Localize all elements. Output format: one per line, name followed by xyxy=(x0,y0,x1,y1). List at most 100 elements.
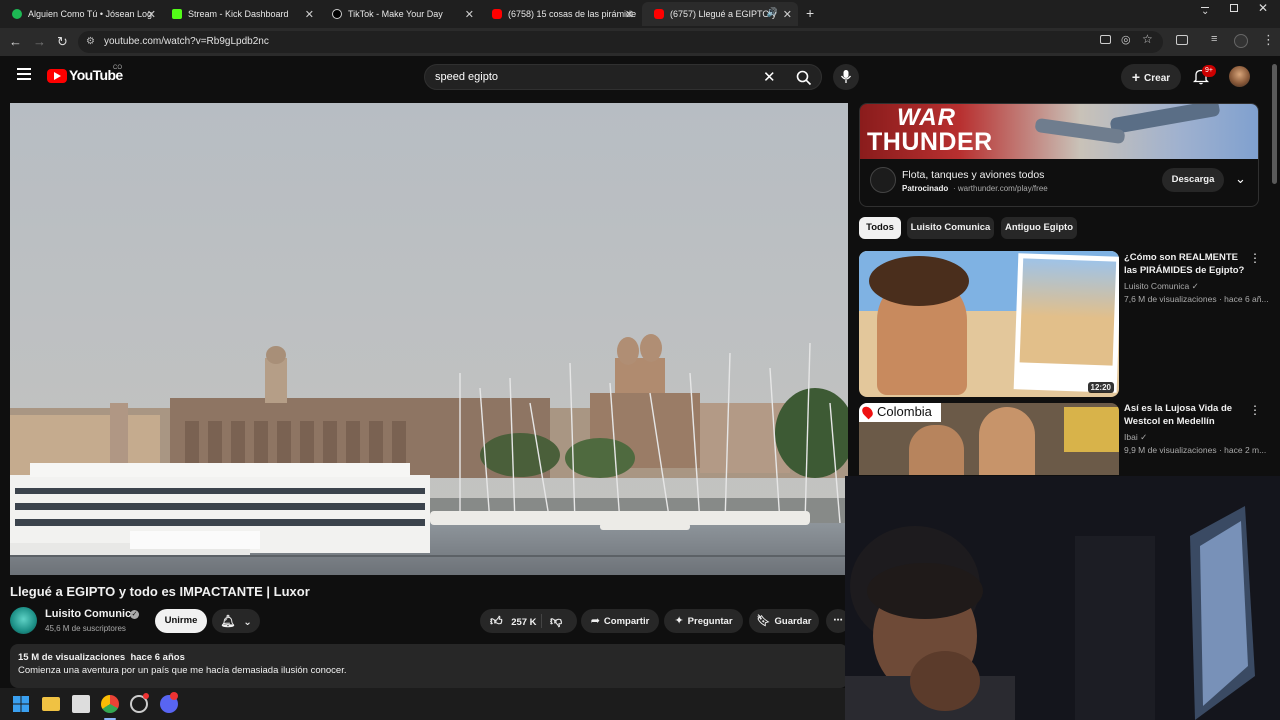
video-options-icon[interactable]: ⋮ xyxy=(1249,251,1261,265)
join-button[interactable]: Unirme xyxy=(155,609,207,633)
related-video-thumbnail[interactable]: Colombia xyxy=(859,403,1119,475)
chip-luisito[interactable]: Luisito Comunica xyxy=(907,217,994,239)
create-button[interactable]: + Crear xyxy=(1121,64,1181,90)
ask-button[interactable]: ✦ Preguntar xyxy=(664,609,743,633)
address-bar[interactable]: ⚙ youtube.com/watch?v=Rb9gLpdb2nc xyxy=(78,31,1163,53)
browser-tab-2[interactable]: Stream - Kick Dashboard ✕ xyxy=(160,4,320,24)
related-video-title[interactable]: ¿Cómo son REALMENTE las PIRÁMIDES de Egi… xyxy=(1124,251,1249,277)
windows-start-icon[interactable] xyxy=(12,695,30,713)
search-icon[interactable] xyxy=(796,70,812,86)
related-video-meta: 7,6 M de visualizaciones · hace 6 añ... xyxy=(1124,294,1269,304)
search-input[interactable]: speed egipto xyxy=(435,71,498,83)
browser-tab-1[interactable]: Alguien Como Tú • Jósean Log ✕ xyxy=(0,4,162,24)
bookmark-icon: 🔖︎ xyxy=(756,615,771,627)
spotify-icon xyxy=(12,9,22,19)
forward-icon[interactable]: → xyxy=(33,34,46,49)
video-options-icon[interactable]: ⋮ xyxy=(1249,403,1261,417)
related-video-channel[interactable]: Luisito Comunica ✓ xyxy=(1124,281,1199,292)
description-text: Comienza una aventura por un país que me… xyxy=(18,665,347,676)
maximize-icon[interactable] xyxy=(1230,4,1238,12)
save-label: Guardar xyxy=(774,616,812,627)
split-view-icon[interactable] xyxy=(1176,35,1188,45)
notification-count-badge: 9+ xyxy=(1202,65,1216,77)
task-manager-icon[interactable] xyxy=(72,695,90,713)
person-thumbnail xyxy=(979,407,1035,475)
view-stats: 15 M de visualizaciones hace 6 años xyxy=(18,652,185,663)
ask-label: Preguntar xyxy=(687,616,733,627)
pyramid-photo-thumbnail xyxy=(1013,253,1119,393)
like-button[interactable]: 👍︎ 257 K xyxy=(490,614,537,628)
related-video-thumbnail[interactable]: 12:20 xyxy=(859,251,1119,397)
description-box[interactable]: 15 M de visualizaciones hace 6 años Comi… xyxy=(10,644,848,688)
ad-title[interactable]: Flota, tanques y aviones todos xyxy=(902,169,1044,181)
ad-expand-chevron-icon[interactable]: ⌄ xyxy=(1235,171,1246,187)
browser-tab-strip: Alguien Como Tú • Jósean Log ✕ Stream - … xyxy=(0,0,1280,28)
close-tab-icon[interactable]: ✕ xyxy=(783,8,792,21)
ad-banner-image[interactable]: WAR THUNDER xyxy=(860,104,1258,159)
page-scrollbar[interactable] xyxy=(1272,64,1277,184)
hamburger-menu-icon[interactable] xyxy=(17,68,31,70)
create-label: Crear xyxy=(1144,73,1171,84)
back-icon[interactable]: ← xyxy=(9,34,22,49)
tab-title: Alguien Como Tú • Jósean Log xyxy=(28,9,153,19)
chevron-down-icon: ⌄ xyxy=(243,617,252,628)
thumbs-up-icon: 👍︎ xyxy=(490,614,503,628)
close-tab-icon[interactable]: ✕ xyxy=(465,8,474,21)
reload-icon[interactable]: ↻ xyxy=(57,34,68,50)
chrome-icon[interactable] xyxy=(101,695,119,713)
video-player[interactable] xyxy=(10,103,848,575)
youtube-favicon-icon xyxy=(492,9,502,19)
plus-icon: + xyxy=(1131,69,1141,85)
subscriber-count: 45,6 M de suscriptores xyxy=(45,624,126,633)
chip-antiguo-egipto[interactable]: Antiguo Egipto xyxy=(1001,217,1077,239)
url-text: youtube.com/watch?v=Rb9gLpdb2nc xyxy=(104,36,269,47)
video-duration: 12:20 xyxy=(1087,382,1114,393)
related-video-channel[interactable]: Ibai ✓ xyxy=(1124,432,1147,443)
tab-title: TikTok - Make Your Day xyxy=(348,9,443,19)
browser-toolbar: ← → ↻ ⚙ youtube.com/watch?v=Rb9gLpdb2nc … xyxy=(0,28,1280,56)
ad-download-button[interactable]: Descarga xyxy=(1162,168,1224,192)
voice-search-button[interactable] xyxy=(833,64,859,90)
subscribed-bell-button[interactable]: 🔔︎ ⌄ xyxy=(212,609,260,633)
ad-banner-text-thunder: THUNDER xyxy=(867,128,993,156)
browser-tab-4[interactable]: (6758) 15 cosas de las pirámide ✕ xyxy=(480,4,640,24)
more-horizontal-icon: ⋯ xyxy=(833,615,843,626)
channel-avatar[interactable] xyxy=(10,607,37,634)
related-video-title[interactable]: Así es la Lujosa Vida de Westcol en Mede… xyxy=(1124,402,1249,428)
file-explorer-icon[interactable] xyxy=(42,697,60,711)
reading-list-icon[interactable]: ≡ xyxy=(1211,33,1217,45)
chip-todos[interactable]: Todos xyxy=(859,217,901,239)
cast-icon[interactable] xyxy=(1100,35,1111,44)
streamer-webcam-image xyxy=(845,476,1280,720)
location-pin-icon xyxy=(860,404,875,420)
browser-tab-5-active[interactable]: (6757) Llegué a EGIPTO y to 🔊 ✕ xyxy=(642,2,798,26)
clear-search-icon[interactable]: ✕ xyxy=(763,68,776,86)
bookmark-star-icon[interactable]: ☆ xyxy=(1142,32,1153,46)
share-button[interactable]: ➦ Compartir xyxy=(581,609,659,633)
share-label: Compartir xyxy=(603,616,650,627)
close-tab-icon[interactable]: ✕ xyxy=(625,8,634,21)
person-thumbnail xyxy=(909,425,964,475)
sparkle-icon: ✦ xyxy=(674,615,684,627)
eye-off-icon[interactable]: ◎ xyxy=(1121,33,1131,46)
tab-title: (6758) 15 cosas de las pirámide xyxy=(508,9,637,19)
browser-tab-3[interactable]: TikTok - Make Your Day ✕ xyxy=(320,4,480,24)
minimize-icon[interactable] xyxy=(1201,7,1209,8)
verified-check-icon: ✓ xyxy=(1140,432,1148,442)
browser-menu-icon[interactable]: ⋮ xyxy=(1262,32,1275,48)
youtube-logo-icon[interactable] xyxy=(47,69,67,83)
dislike-button[interactable]: 👎︎ xyxy=(550,609,562,635)
sponsored-ad-card[interactable]: WAR THUNDER Flota, tanques y aviones tod… xyxy=(859,103,1259,207)
new-tab-icon[interactable]: + xyxy=(806,5,814,21)
channel-name[interactable]: Luisito Comunica xyxy=(45,608,137,620)
youtube-favicon-icon xyxy=(654,9,664,19)
site-info-icon[interactable]: ⚙ xyxy=(86,31,95,53)
close-tab-icon[interactable]: ✕ xyxy=(305,8,314,21)
profile-avatar-icon[interactable] xyxy=(1234,34,1248,48)
search-box[interactable]: speed egipto ✕ xyxy=(424,64,822,90)
speaker-icon[interactable]: 🔊 xyxy=(767,7,778,18)
window-close-icon[interactable]: ✕ xyxy=(1258,1,1268,15)
account-avatar[interactable] xyxy=(1229,66,1250,87)
save-button[interactable]: 🔖︎ Guardar xyxy=(749,609,819,633)
close-tab-icon[interactable]: ✕ xyxy=(147,8,156,21)
